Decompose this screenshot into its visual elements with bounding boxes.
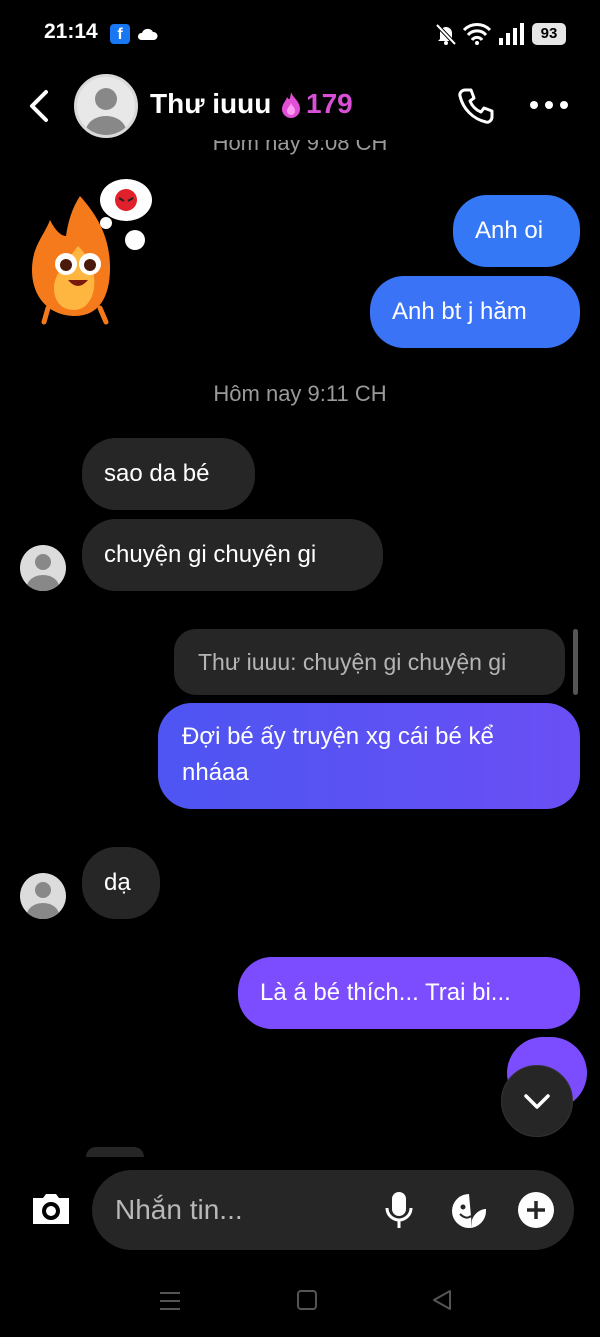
truncated-timestamp: Hôm nay 9:08 CH	[212, 140, 388, 155]
facebook-notification-icon: f	[110, 24, 130, 44]
sticker-icon[interactable]	[450, 1192, 488, 1230]
camera-icon	[33, 1194, 69, 1224]
wifi-icon	[462, 23, 492, 45]
battery-indicator: 93	[532, 23, 566, 45]
contact-avatar-small[interactable]	[20, 545, 66, 591]
status-time: 21:14	[44, 20, 98, 43]
microphone-icon[interactable]	[383, 1190, 415, 1230]
scroll-down-button[interactable]	[501, 1065, 573, 1137]
streak-fire-icon	[282, 92, 300, 118]
mute-bell-icon	[435, 23, 457, 46]
reply-quote-bar	[573, 629, 578, 695]
message-bubble-sent[interactable]: Anh oi	[453, 195, 580, 267]
truncated-timestamp-clip: Hôm nay 9:08 CH	[0, 140, 600, 160]
phone-call-icon[interactable]	[456, 86, 496, 126]
reply-quote[interactable]: Thư iuuu: chuyện gi chuyện gi	[174, 629, 565, 695]
default-avatar-icon	[86, 88, 126, 135]
timestamp-divider: Hôm nay 9:11 CH	[213, 381, 387, 406]
contact-avatar[interactable]	[74, 74, 138, 138]
message-bubble-received[interactable]: sao da bé	[82, 438, 255, 510]
signal-icon	[499, 23, 524, 45]
fire-mascot-sticker[interactable]	[20, 176, 160, 326]
contact-name[interactable]: Thư iuuu	[150, 88, 271, 120]
add-icon[interactable]	[517, 1191, 555, 1229]
contact-avatar-small[interactable]	[20, 873, 66, 919]
streak-count: 179	[306, 88, 353, 119]
message-bubble-received[interactable]: chuyện gi chuyện gi	[82, 519, 383, 591]
more-options-icon[interactable]	[528, 98, 570, 112]
message-bubble-sent[interactable]: Đợi bé ấy truyện xg cái bé kể nháaa	[158, 703, 580, 809]
camera-button[interactable]	[29, 1186, 73, 1230]
back-nav-icon[interactable]	[430, 1288, 454, 1312]
home-icon[interactable]	[296, 1289, 318, 1311]
cloud-icon	[137, 28, 158, 40]
default-avatar-icon	[27, 882, 59, 919]
message-bubble-sent[interactable]: Là á bé thích... Trai bi...	[238, 957, 580, 1029]
recent-apps-icon[interactable]	[158, 1290, 182, 1312]
chevron-down-icon	[524, 1094, 550, 1109]
message-input[interactable]	[115, 1188, 355, 1232]
back-arrow-icon[interactable]	[26, 88, 54, 124]
message-bubble-received[interactable]: dạ	[82, 847, 160, 919]
message-bubble-received-partial[interactable]	[86, 1147, 144, 1157]
message-bubble-sent[interactable]: Anh bt j hăm	[370, 276, 580, 348]
message-line: Đợi bé ấy truyện xg cái bé kể	[182, 723, 494, 750]
message-line: nháaa	[182, 759, 249, 786]
default-avatar-icon	[27, 554, 59, 591]
